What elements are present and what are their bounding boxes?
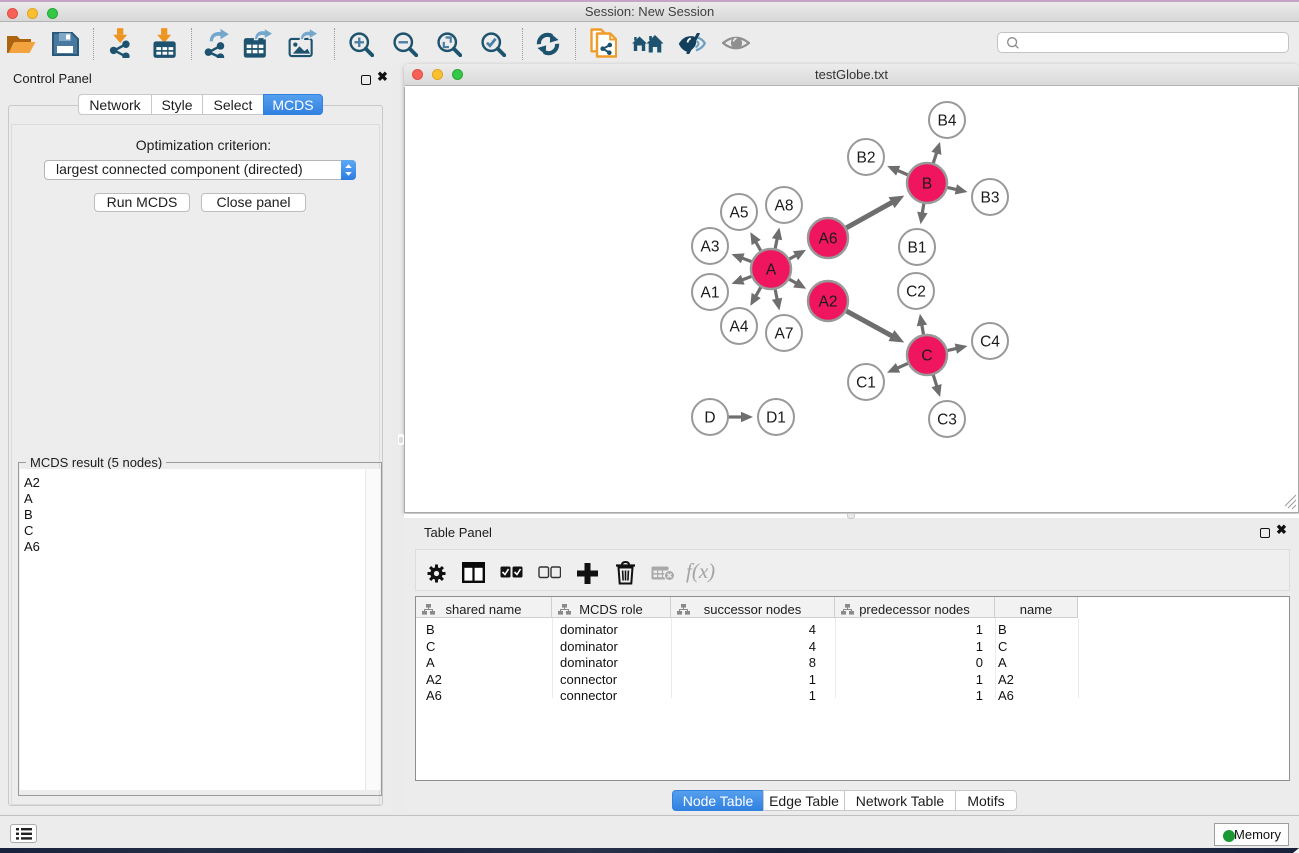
svg-text:A1: A1: [701, 285, 720, 302]
svg-text:A3: A3: [701, 239, 720, 256]
svg-text:B2: B2: [857, 150, 876, 167]
svg-text:A4: A4: [730, 319, 749, 336]
svg-text:B4: B4: [938, 113, 957, 130]
svg-text:D: D: [704, 410, 715, 427]
svg-text:A5: A5: [730, 205, 749, 222]
svg-text:B1: B1: [908, 240, 927, 257]
svg-text:D1: D1: [766, 410, 786, 427]
svg-text:C2: C2: [906, 284, 926, 301]
svg-text:A8: A8: [775, 198, 794, 215]
svg-text:B3: B3: [981, 190, 1000, 207]
svg-text:C4: C4: [980, 334, 1000, 351]
svg-text:A: A: [766, 262, 777, 279]
svg-text:C3: C3: [937, 412, 957, 429]
svg-text:C: C: [921, 348, 932, 365]
svg-text:C1: C1: [856, 375, 876, 392]
svg-text:B: B: [922, 176, 932, 193]
svg-text:A7: A7: [775, 326, 794, 343]
svg-text:A6: A6: [819, 231, 838, 248]
svg-text:A2: A2: [819, 294, 838, 311]
